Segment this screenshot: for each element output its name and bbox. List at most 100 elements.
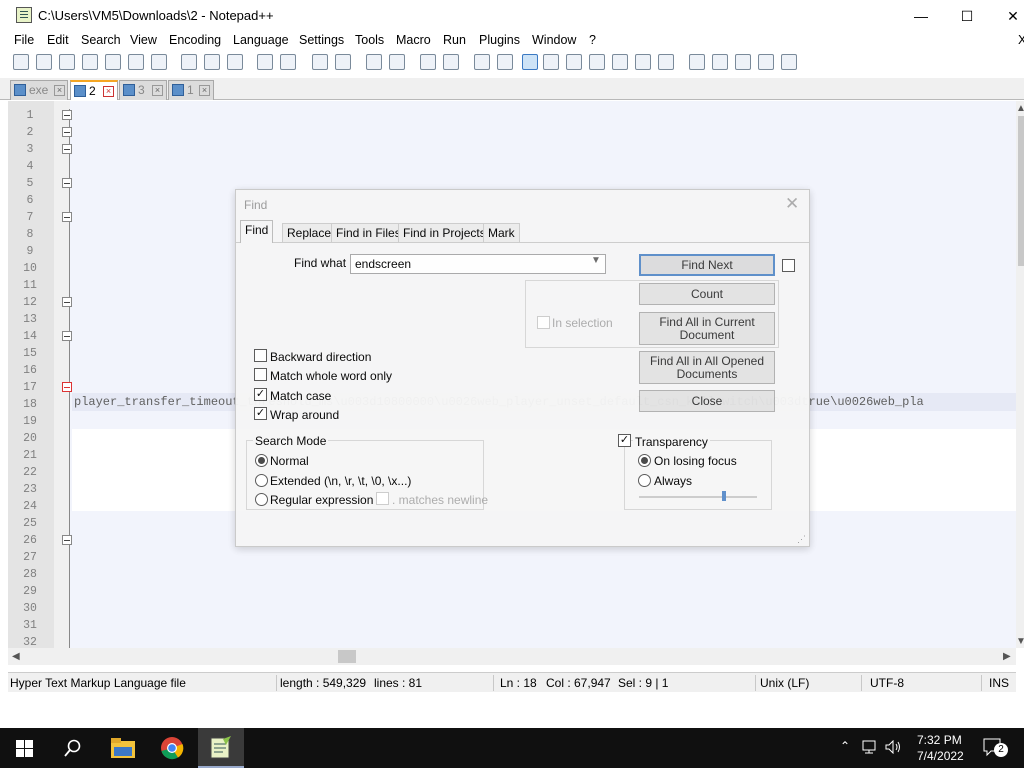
maximize-button[interactable]: ☐ [944,0,990,32]
play-macro-icon[interactable] [735,54,751,70]
dialog-close-icon[interactable]: ✕ [785,194,799,214]
matches-newline-checkbox[interactable] [376,492,389,505]
fold-toggle-icon[interactable] [62,382,72,392]
cut-icon[interactable] [181,54,197,70]
zoom-in-icon[interactable] [366,54,382,70]
find-all-in-all-opened-documents-button[interactable]: Find All in All Opened Documents [639,351,775,384]
word-wrap-icon[interactable] [474,54,490,70]
paste-icon[interactable] [227,54,243,70]
zoom-out-icon[interactable] [389,54,405,70]
tab-find-in-projects[interactable]: Find in Projects [398,223,491,242]
scroll-left-arrow-icon[interactable]: ◀ [12,651,20,662]
clock-date[interactable]: 7/4/2022 [917,749,964,763]
find-next-button[interactable]: Find Next [639,254,775,276]
tab-close-icon[interactable]: × [54,85,65,96]
menu-window[interactable]: Window [532,33,576,47]
transparency-slider-thumb[interactable] [722,491,726,501]
find-what-input[interactable]: endscreen [350,254,606,274]
tab-find-in-files[interactable]: Find in Files [331,223,406,242]
save-icon[interactable] [59,54,75,70]
chevron-down-icon[interactable]: ▼ [591,255,601,266]
scroll-down-arrow-icon[interactable]: ▼ [1016,636,1024,647]
horizontal-scroll-thumb[interactable] [338,650,356,663]
resize-grip-icon[interactable]: ⋰ [797,534,807,544]
menu-view[interactable]: View [130,33,157,47]
volume-icon[interactable] [885,740,903,754]
close-all-icon[interactable] [128,54,144,70]
tab-find[interactable]: Find [240,220,274,243]
folder-as-workspace-icon[interactable] [635,54,651,70]
close-dialog-button[interactable]: Close [639,390,775,412]
chrome-icon[interactable] [160,736,184,760]
menu-run[interactable]: Run [443,33,466,47]
backward-direction-checkbox[interactable] [254,349,267,362]
notepad-plus-plus-taskbar-button[interactable] [198,728,244,768]
menu-settings[interactable]: Settings [299,33,344,47]
tab-close-icon[interactable]: × [152,85,163,96]
fold-toggle-icon[interactable] [62,144,72,154]
vertical-scroll-thumb[interactable] [1018,116,1024,266]
new-file-icon[interactable] [13,54,29,70]
open-file-icon[interactable] [36,54,52,70]
fold-toggle-icon[interactable] [62,110,72,120]
record-macro-icon[interactable] [689,54,705,70]
tab-close-icon[interactable]: × [103,86,114,97]
print-icon[interactable] [151,54,167,70]
menu-tools[interactable]: Tools [355,33,384,47]
match-whole-word-checkbox[interactable] [254,368,267,381]
menu-language[interactable]: Language [233,33,289,47]
run-macro-multiple-icon[interactable] [758,54,774,70]
document-list-icon[interactable] [589,54,605,70]
transparency-checkbox[interactable]: ✓ [618,434,631,447]
fold-toggle-icon[interactable] [62,297,72,307]
find-icon[interactable] [312,54,328,70]
search-icon[interactable] [64,739,82,757]
replace-icon[interactable] [335,54,351,70]
save-macro-icon[interactable] [781,54,797,70]
sync-horizontal-icon[interactable] [443,54,459,70]
close-document-x[interactable]: X [1018,33,1024,47]
redo-icon[interactable] [280,54,296,70]
fold-toggle-icon[interactable] [62,535,72,545]
tab-1[interactable]: 1 × [168,80,214,100]
menu-plugins[interactable]: Plugins [479,33,520,47]
menu-macro[interactable]: Macro [396,33,431,47]
undo-icon[interactable] [257,54,273,70]
close-file-icon[interactable] [105,54,121,70]
tab-replace[interactable]: Replace [282,223,337,242]
sync-vertical-icon[interactable] [420,54,436,70]
horizontal-scrollbar[interactable] [8,648,1016,665]
extended-radio[interactable] [255,474,268,487]
fold-toggle-icon[interactable] [62,178,72,188]
fold-toggle-icon[interactable] [62,331,72,341]
minimize-button[interactable]: — [898,0,944,32]
windows-start-icon[interactable] [16,740,33,757]
scroll-right-arrow-icon[interactable]: ▶ [1003,651,1011,662]
function-list-icon[interactable] [612,54,628,70]
file-explorer-icon[interactable] [111,738,135,758]
fold-toggle-icon[interactable] [62,127,72,137]
match-case-checkbox[interactable]: ✓ [254,388,267,401]
regex-radio[interactable] [255,493,268,506]
find-all-in-current-document-button[interactable]: Find All in Current Document [639,312,775,345]
fold-toggle-icon[interactable] [62,212,72,222]
transparency-slider[interactable] [639,496,757,498]
save-all-icon[interactable] [82,54,98,70]
menu-encoding[interactable]: Encoding [169,33,221,47]
on-losing-focus-radio[interactable] [638,454,651,467]
stop-macro-icon[interactable] [712,54,728,70]
copy-icon[interactable] [204,54,220,70]
indent-guide-icon[interactable] [522,54,538,70]
tab-exe[interactable]: exe × [10,80,68,100]
wrap-around-checkbox[interactable]: ✓ [254,407,267,420]
tab-3[interactable]: 3 × [119,80,167,100]
count-button[interactable]: Count [639,283,775,305]
tab-close-icon[interactable]: × [199,85,210,96]
scroll-up-arrow-icon[interactable]: ▲ [1016,103,1024,114]
menu-help[interactable]: ? [589,33,596,47]
network-icon[interactable] [862,740,878,754]
tab-2[interactable]: 2 × [70,80,118,100]
tab-mark[interactable]: Mark [483,223,520,242]
in-selection-checkbox[interactable] [537,316,550,329]
document-map-icon[interactable] [566,54,582,70]
